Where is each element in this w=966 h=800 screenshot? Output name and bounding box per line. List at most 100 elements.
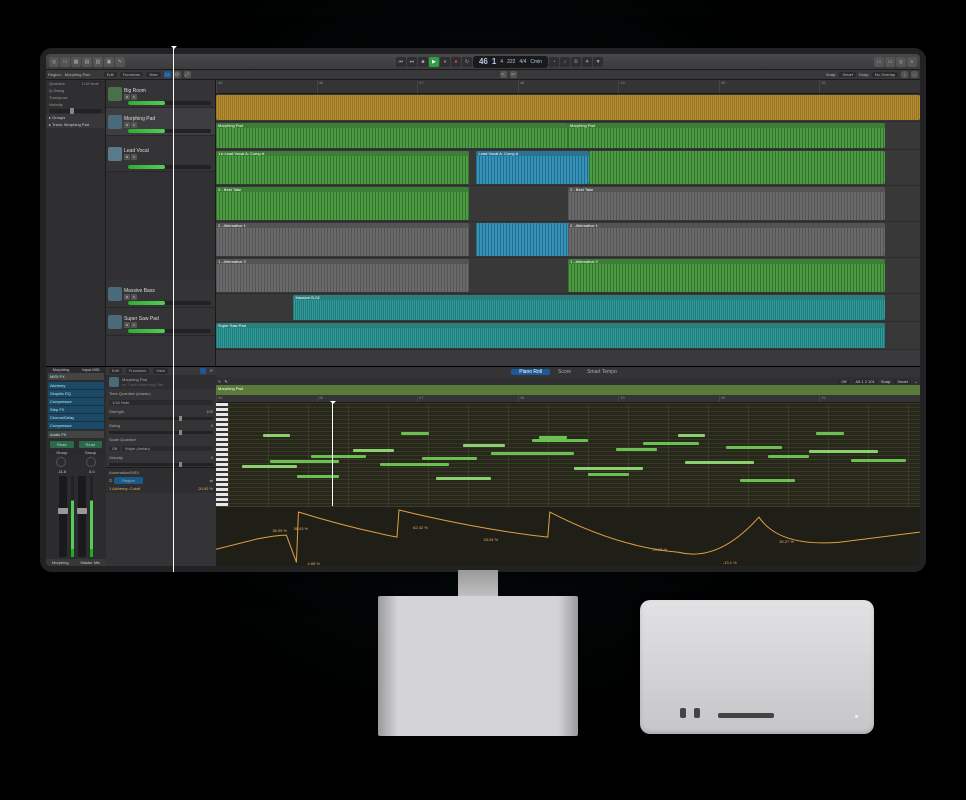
tab-piano-roll[interactable]: Piano Roll — [511, 369, 550, 375]
functions-menu[interactable]: Functions — [120, 72, 143, 77]
instrument-icon[interactable] — [108, 147, 122, 161]
lcd-display[interactable]: 46 1 4 222 4/4 Cmin — [473, 56, 548, 68]
note-grid[interactable] — [228, 403, 920, 506]
groups-header[interactable]: ▸ Groups — [46, 114, 105, 121]
midi-note[interactable] — [539, 436, 567, 439]
region[interactable]: 2 - Alternative 1 — [568, 223, 885, 256]
rewind-button[interactable]: ⏮ — [396, 57, 406, 67]
master-fader[interactable] — [78, 476, 86, 557]
auto-mode[interactable]: Region — [114, 477, 143, 484]
editor-pointer-icon[interactable]: ↖ — [218, 379, 221, 384]
plugin-slot[interactable]: Compressor — [48, 398, 104, 405]
solo-button[interactable]: S — [131, 94, 137, 100]
mute-button[interactable]: M — [124, 154, 130, 160]
midi-note[interactable] — [768, 455, 810, 458]
piano-roll[interactable] — [216, 403, 920, 506]
zoom-vert-icon[interactable]: ↕ — [901, 71, 908, 78]
instrument-icon[interactable] — [108, 87, 122, 101]
track-header[interactable]: Super Saw Pad MS — [106, 308, 215, 336]
cycle-button[interactable]: ↻ — [462, 57, 472, 67]
midi-note[interactable] — [816, 432, 844, 435]
midi-note[interactable] — [401, 432, 429, 435]
instrument-icon[interactable] — [108, 315, 122, 329]
mute-button[interactable]: M — [124, 322, 130, 328]
track-lane[interactable]: Morphing PadMorphing Pad — [216, 122, 920, 150]
editor-zoom-icon[interactable]: ↔ — [914, 379, 918, 384]
track-lane[interactable]: 1 - Alternative 2 1 - Alternative 2 — [216, 258, 920, 294]
midi-note[interactable] — [380, 463, 449, 466]
editor-playhead[interactable] — [332, 403, 333, 506]
tab-smart-tempo[interactable]: Smart Tempo — [579, 369, 625, 375]
auto-link-icon[interactable]: ⇄ — [210, 478, 213, 483]
edit-menu[interactable]: Edit — [104, 72, 117, 77]
midi-note[interactable] — [726, 446, 781, 449]
editor-functions-menu[interactable]: Functions — [126, 368, 149, 374]
region[interactable] — [589, 151, 885, 184]
instrument-icon[interactable] — [108, 115, 122, 129]
midi-note[interactable] — [678, 434, 706, 437]
midi-note[interactable] — [588, 473, 630, 476]
tool-icon[interactable]: ▦ — [71, 57, 81, 67]
midi-note[interactable] — [463, 444, 505, 447]
auto-param[interactable]: 1 Alchemy: Cutoff — [109, 486, 140, 491]
strength-slider[interactable] — [109, 417, 213, 420]
plugin-slot[interactable]: Graphic EQ — [48, 390, 104, 397]
midi-note[interactable] — [491, 452, 574, 455]
tq-value[interactable]: 1/16 Note — [109, 400, 213, 405]
tab-score[interactable]: Score — [550, 369, 579, 375]
region[interactable]: Massive B-02 — [293, 295, 884, 320]
list-editor-icon[interactable]: ≡ — [907, 57, 917, 67]
flex-icon[interactable]: ⤢ — [184, 71, 191, 78]
midi-note[interactable] — [574, 467, 643, 470]
mute-button[interactable]: M — [124, 294, 130, 300]
pan-knob-2[interactable] — [86, 457, 96, 467]
midi-note[interactable] — [643, 442, 698, 445]
arrange-area[interactable]: 45464748495051 Morphing PadMorphing Pad 1… — [216, 80, 920, 366]
solo-button[interactable]: S — [131, 122, 137, 128]
solo-button[interactable]: S — [131, 294, 137, 300]
volume-slider[interactable] — [128, 329, 211, 333]
browser-icon[interactable]: ▣ — [104, 57, 114, 67]
instrument-icon[interactable] — [108, 287, 122, 301]
power-icon[interactable]: ⏻ — [109, 478, 112, 483]
snap-value[interactable]: Smart — [839, 72, 856, 77]
marquee-tool-icon[interactable]: ✂ — [510, 71, 517, 78]
media-icon[interactable]: ◎ — [896, 57, 906, 67]
editor-edit-menu[interactable]: Edit — [109, 368, 122, 374]
midi-note[interactable] — [353, 449, 395, 452]
editor-off[interactable]: Off — [838, 379, 849, 384]
tuner-icon[interactable]: ♪ — [560, 57, 570, 67]
audio-fx-slot[interactable]: Audio FX — [48, 431, 104, 438]
region[interactable]: 1 - Alternative 2 — [568, 259, 885, 292]
sq-off[interactable]: Off — [109, 446, 120, 451]
plugin-slot[interactable]: Chorus/Delay — [48, 414, 104, 421]
editor-catch-icon[interactable] — [200, 368, 206, 374]
editor-ruler[interactable]: 45464748495051 — [216, 395, 920, 403]
region[interactable]: 1 - Alternative 2 — [216, 259, 469, 292]
forward-button[interactable]: ⏭ — [407, 57, 417, 67]
track-lane[interactable] — [216, 94, 920, 122]
editor-snap-value[interactable]: Smart — [894, 379, 911, 384]
solo-button[interactable]: S — [131, 154, 137, 160]
midi-note[interactable] — [685, 461, 754, 464]
track-lane[interactable]: Super Saw Pad — [216, 322, 920, 350]
plugin-slot[interactable]: Compressor — [48, 422, 104, 429]
track-lane[interactable]: 2 - Alternative 12 - Alternative 1 — [216, 222, 920, 258]
volume-slider[interactable] — [128, 301, 211, 305]
track-header[interactable]: Massive Bass MS — [106, 280, 215, 308]
group-slot[interactable]: Group — [48, 450, 76, 455]
midi-note[interactable] — [809, 450, 878, 453]
piano-keys[interactable] — [216, 403, 228, 506]
stop-button[interactable]: ■ — [418, 57, 428, 67]
channel-fader[interactable] — [59, 476, 67, 557]
automation-read-button[interactable]: Read — [50, 441, 74, 448]
metronome-icon[interactable]: ◔ — [549, 57, 559, 67]
timeline-ruler[interactable]: 45464748495051 — [216, 80, 920, 94]
region[interactable]: Morphing Pad — [568, 123, 885, 148]
automation-toggle-icon[interactable]: ⟳ — [174, 71, 181, 78]
track-lane[interactable]: Massive B-02 — [216, 294, 920, 322]
region[interactable]: 2 - Best Take — [568, 187, 885, 220]
pause-button[interactable]: ⏸ — [440, 57, 450, 67]
midi-note[interactable] — [242, 465, 297, 468]
volume-slider[interactable] — [128, 129, 211, 133]
